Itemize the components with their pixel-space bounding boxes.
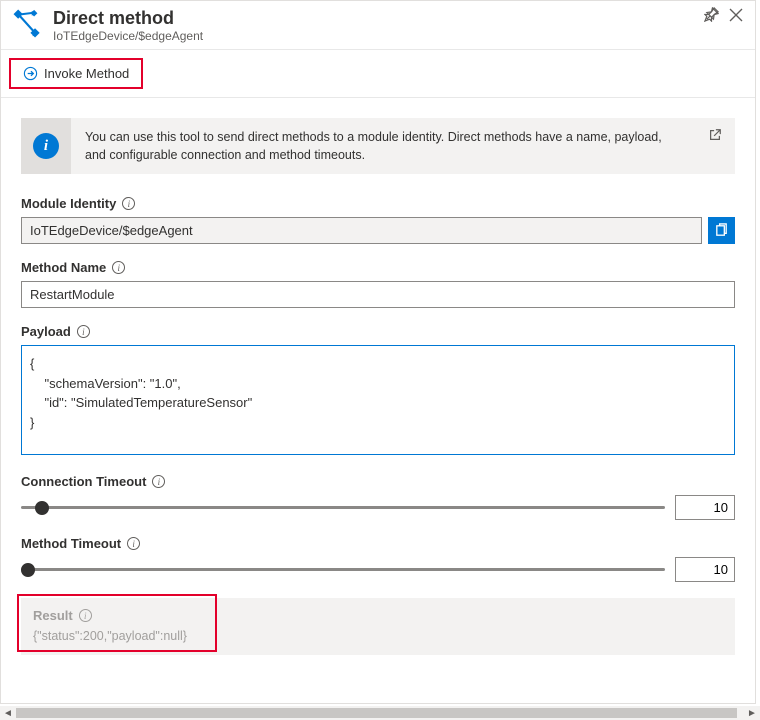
tooltip-icon[interactable]: i xyxy=(79,609,92,622)
module-identity-input xyxy=(21,217,702,244)
toolbar: Invoke Method xyxy=(1,50,755,98)
scroll-right-icon[interactable]: ► xyxy=(744,706,760,720)
method-timeout-slider[interactable] xyxy=(21,560,665,580)
tooltip-icon[interactable]: i xyxy=(112,261,125,274)
copy-button[interactable] xyxy=(708,217,735,244)
invoke-arrow-icon xyxy=(23,66,38,81)
method-timeout-value[interactable] xyxy=(675,557,735,582)
tooltip-icon[interactable]: i xyxy=(122,197,135,210)
module-identity-label: Module Identity xyxy=(21,196,116,211)
connection-timeout-field: Connection Timeout i xyxy=(21,474,735,520)
close-icon[interactable] xyxy=(729,8,743,22)
connection-timeout-label: Connection Timeout xyxy=(21,474,146,489)
method-name-field: Method Name i xyxy=(21,260,735,308)
copy-icon xyxy=(714,223,729,238)
info-icon-wrap: i xyxy=(21,118,71,174)
panel-subtitle: IoTEdgeDevice/$edgeAgent xyxy=(53,29,704,43)
panel-title: Direct method xyxy=(53,7,704,29)
info-icon: i xyxy=(33,133,59,159)
content-area: i You can use this tool to send direct m… xyxy=(1,98,755,665)
payload-field: Payload i xyxy=(21,324,735,458)
scroll-left-icon[interactable]: ◄ xyxy=(0,706,16,720)
module-identity-field: Module Identity i xyxy=(21,196,735,244)
horizontal-scrollbar[interactable]: ◄ ► xyxy=(0,706,760,720)
info-banner: i You can use this tool to send direct m… xyxy=(21,118,735,174)
method-timeout-label: Method Timeout xyxy=(21,536,121,551)
result-box: Result i {"status":200,"payload":null} xyxy=(21,598,735,655)
info-text: You can use this tool to send direct met… xyxy=(71,118,695,174)
panel-header: Direct method IoTEdgeDevice/$edgeAgent xyxy=(1,1,755,50)
payload-input[interactable] xyxy=(21,345,735,455)
tooltip-icon[interactable]: i xyxy=(127,537,140,550)
method-timeout-field: Method Timeout i xyxy=(21,536,735,582)
result-text: {"status":200,"payload":null} xyxy=(33,629,723,643)
method-name-input[interactable] xyxy=(21,281,735,308)
tooltip-icon[interactable]: i xyxy=(77,325,90,338)
result-label: Result xyxy=(33,608,73,623)
tooltip-icon[interactable]: i xyxy=(152,475,165,488)
direct-method-icon xyxy=(13,9,43,39)
direct-method-panel: Direct method IoTEdgeDevice/$edgeAgent xyxy=(0,0,756,704)
payload-label: Payload xyxy=(21,324,71,339)
pin-icon[interactable] xyxy=(704,7,719,22)
connection-timeout-value[interactable] xyxy=(675,495,735,520)
invoke-method-label: Invoke Method xyxy=(44,66,129,81)
highlight-invoke: Invoke Method xyxy=(9,58,143,89)
invoke-method-button[interactable]: Invoke Method xyxy=(15,62,137,85)
external-link-icon[interactable] xyxy=(695,118,735,174)
connection-timeout-slider[interactable] xyxy=(21,498,665,518)
method-name-label: Method Name xyxy=(21,260,106,275)
